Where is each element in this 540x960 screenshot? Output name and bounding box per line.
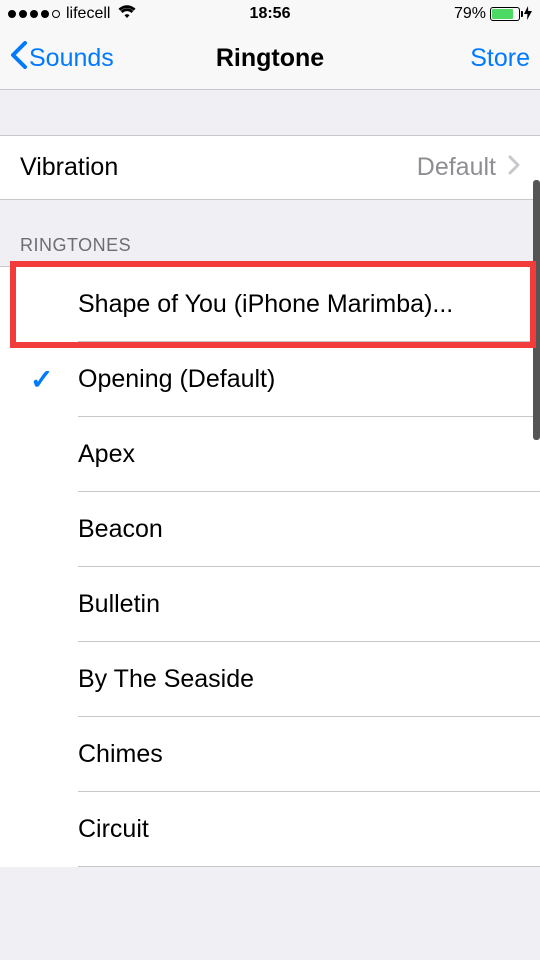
- chevron-right-icon: [508, 153, 520, 182]
- carrier-label: lifecell: [66, 5, 110, 23]
- content: Vibration Default RINGTONES Shape of You…: [0, 90, 540, 960]
- signal-strength-icon: [8, 10, 60, 18]
- charging-icon: [524, 6, 532, 23]
- ringtone-label: Beacon: [78, 515, 163, 544]
- ringtone-row-chimes[interactable]: Chimes: [0, 717, 540, 792]
- ringtone-label: Circuit: [78, 815, 149, 844]
- ringtone-row-apex[interactable]: Apex: [0, 417, 540, 492]
- ringtone-row-beacon[interactable]: Beacon: [0, 492, 540, 567]
- page-title: Ringtone: [216, 44, 324, 73]
- status-left: lifecell: [8, 5, 136, 24]
- vibration-value: Default: [417, 153, 496, 182]
- ringtone-row-custom[interactable]: Shape of You (iPhone Marimba)...: [0, 267, 540, 342]
- vibration-label: Vibration: [20, 153, 417, 182]
- back-label: Sounds: [29, 44, 114, 73]
- ringtone-label: By The Seaside: [78, 665, 254, 694]
- ringtone-row-circuit[interactable]: Circuit: [0, 792, 540, 867]
- ringtones-section-header: RINGTONES: [0, 200, 540, 266]
- ringtone-row-by-the-seaside[interactable]: By The Seaside: [0, 642, 540, 717]
- scrollbar[interactable]: [533, 180, 540, 440]
- ringtone-label: Opening (Default): [78, 365, 275, 394]
- vibration-row[interactable]: Vibration Default: [0, 135, 540, 200]
- ringtone-row-opening[interactable]: ✓ Opening (Default): [0, 342, 540, 417]
- store-button[interactable]: Store: [470, 44, 530, 73]
- ringtone-label: Bulletin: [78, 590, 160, 619]
- ringtone-label: Apex: [78, 440, 135, 469]
- battery-icon: [490, 7, 520, 21]
- ringtone-row-bulletin[interactable]: Bulletin: [0, 567, 540, 642]
- back-chevron-icon: [10, 41, 27, 76]
- ringtone-list: Shape of You (iPhone Marimba)... ✓ Openi…: [0, 266, 540, 867]
- ringtone-label: Chimes: [78, 740, 163, 769]
- back-button[interactable]: Sounds: [10, 41, 114, 76]
- checkmark-icon: ✓: [30, 363, 53, 396]
- status-time: 18:56: [250, 5, 291, 23]
- battery-percent: 79%: [454, 5, 486, 23]
- status-right: 79%: [454, 5, 532, 23]
- navigation-bar: Sounds Ringtone Store: [0, 28, 540, 90]
- wifi-icon: [118, 5, 136, 24]
- ringtone-label: Shape of You (iPhone Marimba)...: [78, 290, 453, 319]
- status-bar: lifecell 18:56 79%: [0, 0, 540, 28]
